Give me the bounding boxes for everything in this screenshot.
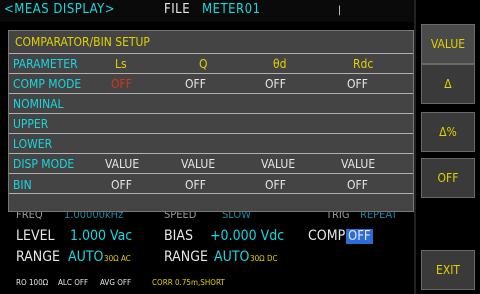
- footer-avg: AVG OFF: [100, 278, 132, 287]
- dialog-title: COMPARATOR/BIN SETUP: [15, 35, 150, 49]
- row-divider: [9, 193, 413, 194]
- comp-status[interactable]: OFF: [346, 229, 373, 244]
- range-ac-label: RANGE: [16, 249, 60, 265]
- range-dc-sub: 30Ω DC: [250, 254, 278, 263]
- bin-rdc[interactable]: OFF: [347, 178, 368, 192]
- row-divider: [9, 133, 413, 134]
- file-label: FILE: [164, 2, 191, 17]
- level-value[interactable]: 1.000 Vac: [70, 228, 132, 244]
- footer-alc: ALC OFF: [58, 278, 89, 287]
- row-divider: [9, 73, 413, 74]
- bin-theta-d[interactable]: OFF: [265, 178, 286, 192]
- delta-percent-softkey[interactable]: Δ%: [421, 112, 475, 152]
- comparator-dialog: COMPARATOR/BIN SETUP PARAMETER Ls Q θd R…: [8, 30, 414, 212]
- nominal-label: NOMINAL: [13, 97, 64, 111]
- disp-mode-rdc[interactable]: VALUE: [341, 157, 375, 171]
- disp-mode-ls[interactable]: VALUE: [105, 157, 139, 171]
- bin-q[interactable]: OFF: [185, 178, 206, 192]
- off-softkey[interactable]: OFF: [421, 158, 475, 198]
- header-bar: <MEAS DISPLAY> FILE METER01 |: [0, 0, 415, 22]
- comp-mode-label: COMP MODE: [13, 77, 82, 91]
- parameter-label: PARAMETER: [13, 57, 78, 71]
- range-ac-sub: 30Ω AC: [104, 254, 131, 263]
- disp-mode-theta-d[interactable]: VALUE: [261, 157, 295, 171]
- bin-ls[interactable]: OFF: [111, 178, 132, 192]
- bias-label: BIAS: [164, 228, 193, 244]
- range-dc-label: RANGE: [164, 249, 208, 265]
- param-q[interactable]: Q: [199, 57, 208, 71]
- range-dc-value[interactable]: AUTO: [214, 249, 249, 265]
- comp-mode-q[interactable]: OFF: [185, 77, 206, 91]
- param-ls[interactable]: Ls: [115, 57, 127, 71]
- row-divider: [9, 93, 413, 94]
- upper-label: UPPER: [13, 117, 49, 131]
- comp-mode-rdc[interactable]: OFF: [347, 77, 368, 91]
- footer-corr: CORR 0.75m,SHORT: [152, 278, 225, 287]
- mode-title: <MEAS DISPLAY>: [4, 2, 116, 17]
- comp-label: COMP: [308, 228, 346, 244]
- param-rdc[interactable]: Rdc: [353, 57, 373, 71]
- row-divider: [9, 113, 413, 114]
- file-name: METER01: [202, 2, 261, 17]
- footer-ro: RO 100Ω: [16, 278, 49, 287]
- meter-screen: <MEAS DISPLAY> FILE METER01 | FREQ 1.000…: [0, 0, 480, 294]
- row-divider: [9, 173, 413, 174]
- lower-label: LOWER: [13, 137, 53, 151]
- comp-mode-ls[interactable]: OFF: [111, 77, 132, 91]
- bin-label: BIN: [13, 178, 32, 192]
- bias-value[interactable]: +0.000 Vdc: [210, 228, 284, 244]
- level-label: LEVEL: [16, 228, 55, 244]
- softkey-divider: [414, 0, 416, 294]
- range-ac-value[interactable]: AUTO: [68, 249, 103, 265]
- status-indicator: |: [338, 5, 342, 16]
- comp-mode-theta-d[interactable]: OFF: [265, 77, 286, 91]
- row-divider: [9, 53, 413, 54]
- delta-softkey[interactable]: Δ: [421, 64, 475, 104]
- disp-mode-q[interactable]: VALUE: [181, 157, 215, 171]
- row-divider: [9, 153, 413, 154]
- disp-mode-label: DISP MODE: [13, 157, 75, 171]
- param-theta-d[interactable]: θd: [273, 57, 286, 71]
- value-softkey[interactable]: VALUE: [421, 24, 475, 64]
- exit-softkey[interactable]: EXIT: [421, 250, 475, 290]
